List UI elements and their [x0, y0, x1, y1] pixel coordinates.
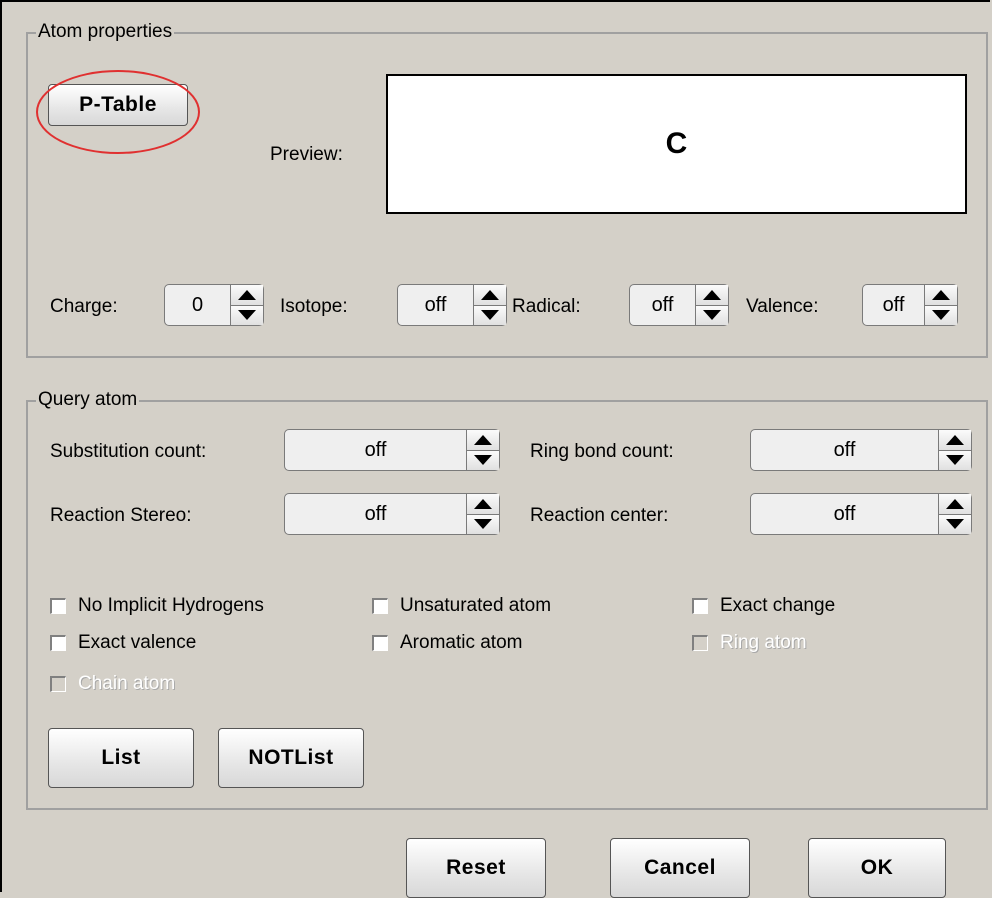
isotope-value[interactable]: off [398, 285, 473, 325]
charge-down-arrow-icon[interactable] [231, 304, 263, 325]
reaction-stereo-down-arrow-icon[interactable] [467, 513, 499, 534]
list-button[interactable]: List [48, 728, 194, 788]
exact-change-label: Exact change [720, 595, 836, 616]
valence-spinner[interactable]: off [862, 284, 958, 326]
preview-label: Preview: [270, 144, 343, 165]
reaction-stereo-label: Reaction Stereo: [50, 505, 192, 526]
exact-valence-label: Exact valence [78, 632, 197, 653]
substitution-count-label: Substitution count: [50, 441, 207, 462]
radical-label: Radical: [512, 296, 581, 317]
p-table-button[interactable]: P-Table [48, 84, 188, 126]
substitution-up-arrow-icon[interactable] [467, 430, 499, 450]
ring-atom-checkbox: Ring atom [692, 632, 807, 654]
isotope-up-arrow-icon[interactable] [474, 285, 506, 305]
reaction-stereo-spinner[interactable]: off [284, 493, 500, 535]
isotope-spinner[interactable]: off [397, 284, 507, 326]
query-atom-legend: Query atom [36, 389, 140, 411]
chain-atom-label: Chain atom [78, 673, 176, 694]
reaction-center-label: Reaction center: [530, 505, 669, 526]
atom-properties-legend: Atom properties [36, 21, 175, 43]
chain-atom-checkbox: Chain atom [50, 673, 175, 695]
charge-label: Charge: [50, 296, 118, 317]
unsaturated-atom-label: Unsaturated atom [400, 595, 552, 616]
valence-down-arrow-icon[interactable] [925, 304, 957, 325]
substitution-count-value[interactable]: off [285, 430, 466, 470]
aromatic-atom-checkbox[interactable]: Aromatic atom [372, 632, 522, 654]
radical-spinner[interactable]: off [629, 284, 729, 326]
ring-bond-count-value[interactable]: off [751, 430, 938, 470]
exact-change-checkbox[interactable]: Exact change [692, 595, 835, 617]
reaction-stereo-value[interactable]: off [285, 494, 466, 534]
ring-bond-count-spinner[interactable]: off [750, 429, 972, 471]
charge-up-arrow-icon[interactable] [231, 285, 263, 305]
exact-valence-checkbox[interactable]: Exact valence [50, 632, 196, 654]
unsaturated-atom-checkbox[interactable]: Unsaturated atom [372, 595, 551, 617]
aromatic-atom-label: Aromatic atom [400, 632, 523, 653]
preview-value: C [665, 127, 688, 160]
reaction-center-spinner[interactable]: off [750, 493, 972, 535]
notlist-button[interactable]: NOTList [218, 728, 364, 788]
cancel-button[interactable]: Cancel [610, 838, 750, 898]
checkbox-box[interactable] [50, 635, 66, 651]
checkbox-box [50, 676, 66, 692]
checkbox-box [692, 635, 708, 651]
ring-bond-down-arrow-icon[interactable] [939, 449, 971, 470]
isotope-label: Isotope: [280, 296, 348, 317]
ring-atom-label: Ring atom [720, 632, 807, 653]
substitution-down-arrow-icon[interactable] [467, 449, 499, 470]
reaction-center-value[interactable]: off [751, 494, 938, 534]
reaction-center-up-arrow-icon[interactable] [939, 494, 971, 514]
charge-value[interactable]: 0 [165, 285, 230, 325]
radical-value[interactable]: off [630, 285, 695, 325]
reset-button[interactable]: Reset [406, 838, 546, 898]
checkbox-box[interactable] [692, 598, 708, 614]
isotope-down-arrow-icon[interactable] [474, 304, 506, 325]
reaction-stereo-up-arrow-icon[interactable] [467, 494, 499, 514]
preview-box: C [386, 74, 967, 214]
radical-up-arrow-icon[interactable] [696, 285, 728, 305]
no-implicit-hydrogens-label: No Implicit Hydrogens [78, 595, 264, 616]
ok-button[interactable]: OK [808, 838, 946, 898]
valence-label: Valence: [746, 296, 819, 317]
ring-bond-up-arrow-icon[interactable] [939, 430, 971, 450]
checkbox-box[interactable] [50, 598, 66, 614]
substitution-count-spinner[interactable]: off [284, 429, 500, 471]
checkbox-box[interactable] [372, 635, 388, 651]
no-implicit-hydrogens-checkbox[interactable]: No Implicit Hydrogens [50, 595, 264, 617]
charge-spinner[interactable]: 0 [164, 284, 264, 326]
checkbox-box[interactable] [372, 598, 388, 614]
reaction-center-down-arrow-icon[interactable] [939, 513, 971, 534]
ring-bond-count-label: Ring bond count: [530, 441, 674, 462]
valence-value[interactable]: off [863, 285, 924, 325]
radical-down-arrow-icon[interactable] [696, 304, 728, 325]
valence-up-arrow-icon[interactable] [925, 285, 957, 305]
